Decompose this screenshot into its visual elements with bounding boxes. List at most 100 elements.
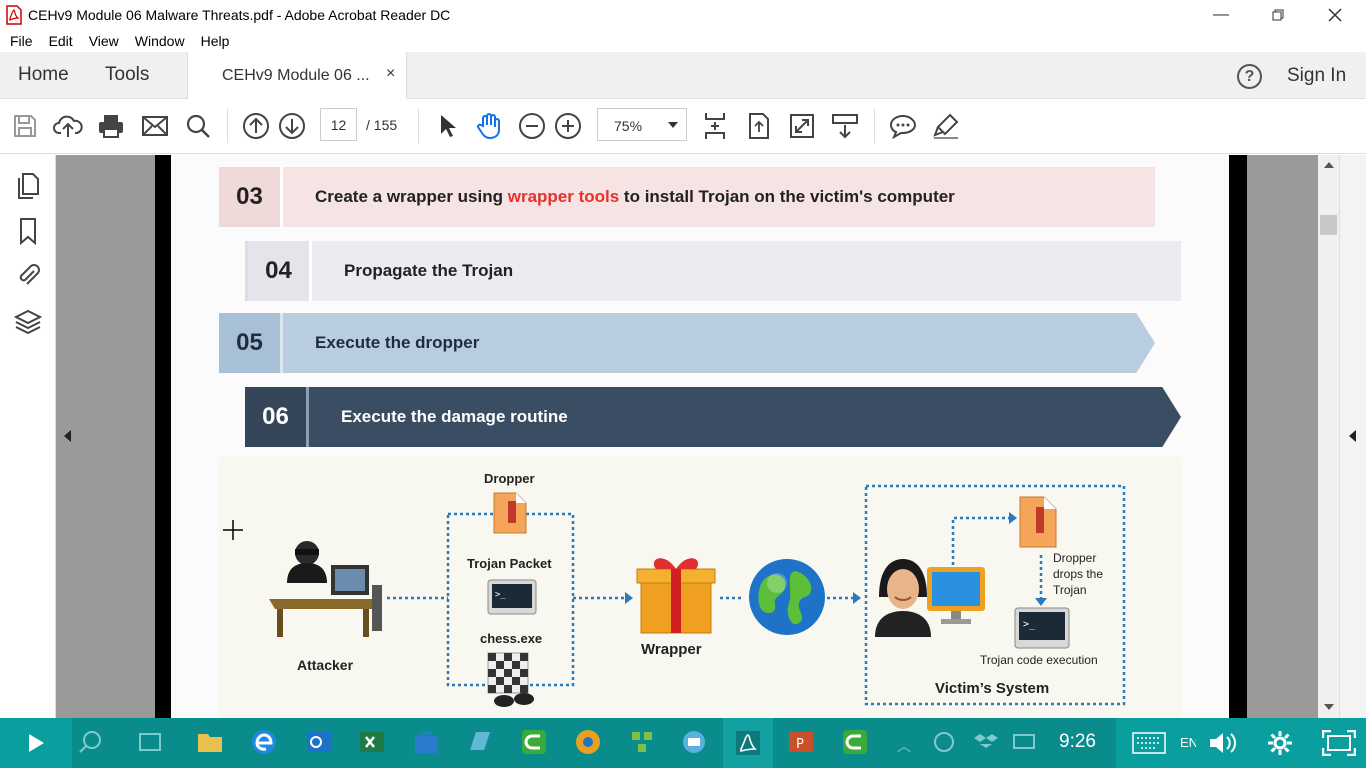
scroll-up-arrow[interactable] — [1324, 162, 1334, 168]
title-bar: CEHv9 Module 06 Malware Threats.pdf - Ad… — [0, 0, 1366, 30]
remote-icon[interactable] — [680, 728, 708, 756]
scroll-mode-icon[interactable] — [830, 111, 860, 141]
note-line: Trojan — [1053, 583, 1087, 597]
scroll-thumb[interactable] — [1320, 215, 1337, 235]
document-tab[interactable]: CEHv9 Module 06 ... × — [187, 52, 407, 99]
left-navigation-panel — [0, 155, 56, 718]
camtasia-recorder-icon[interactable] — [841, 728, 869, 756]
camtasia-icon[interactable] — [520, 728, 548, 756]
dropper-file-icon — [492, 491, 528, 535]
right-panel-toggle[interactable] — [1339, 155, 1366, 718]
store-icon[interactable] — [412, 728, 440, 756]
file-explorer-icon[interactable] — [196, 728, 224, 756]
menu-window[interactable]: Window — [127, 33, 193, 49]
network-app-icon[interactable] — [628, 728, 656, 756]
keyboard-button[interactable]: EN — [1116, 718, 1198, 768]
previous-page-icon[interactable] — [241, 111, 271, 141]
email-icon[interactable] — [140, 111, 170, 141]
powerpoint-icon[interactable]: P — [787, 728, 815, 756]
restore-button[interactable] — [1255, 0, 1301, 30]
restore-icon — [1272, 9, 1284, 21]
menu-edit[interactable]: Edit — [41, 33, 81, 49]
clock-time[interactable]: 9:26 — [1059, 731, 1096, 753]
search-icon[interactable] — [78, 728, 106, 756]
video-frame-left — [155, 155, 171, 718]
settings-gear-icon — [1268, 731, 1292, 755]
zoom-out-icon[interactable] — [517, 111, 547, 141]
crosshair-cursor — [222, 519, 244, 541]
acrobat-icon — [736, 731, 760, 755]
trojan-execution-label: Trojan code execution — [980, 653, 1098, 667]
zoom-in-icon[interactable] — [553, 111, 583, 141]
close-window-button[interactable] — [1312, 0, 1358, 30]
close-tab-button[interactable]: × — [386, 65, 395, 83]
acrobat-taskbar-button[interactable] — [723, 718, 773, 768]
outlook-icon[interactable] — [305, 728, 333, 756]
collapse-left-panel-arrow[interactable] — [64, 430, 71, 442]
pdf-page: 03 Create a wrapper using wrapper tools … — [171, 155, 1229, 718]
dropper-label: Dropper — [484, 471, 535, 486]
help-icon[interactable]: ? — [1237, 64, 1262, 89]
note-line: drops the — [1053, 567, 1104, 581]
page-thumbnails-icon[interactable] — [14, 172, 42, 200]
dropper-file-icon-victim — [1018, 495, 1058, 549]
next-page-icon[interactable] — [277, 111, 307, 141]
terminal-icon-victim: >_ — [1014, 607, 1070, 651]
rotate-icon[interactable] — [744, 111, 774, 141]
dropbox-icon[interactable] — [972, 728, 1000, 756]
play-button[interactable] — [0, 718, 72, 768]
bookmark-icon[interactable] — [14, 217, 42, 246]
volume-icon — [1210, 733, 1237, 753]
media-controls — [1196, 718, 1366, 768]
attachment-icon[interactable] — [14, 261, 42, 289]
svg-text:P: P — [796, 737, 804, 752]
menu-view[interactable]: View — [81, 33, 127, 49]
fit-page-icon[interactable] — [700, 111, 730, 141]
network-status-icon[interactable] — [930, 728, 958, 756]
expand-right-panel-arrow[interactable] — [1349, 430, 1356, 442]
excel-icon[interactable] — [358, 728, 386, 756]
victim-system-label: Victim’s System — [935, 680, 1050, 697]
tab-bar: Home Tools CEHv9 Module 06 ... × ? Sign … — [0, 52, 1366, 99]
fullscreen-icon — [1322, 730, 1356, 756]
toolbar: 12 / 155 75% — [0, 99, 1366, 154]
zoom-select[interactable]: 75% — [597, 108, 687, 141]
scroll-down-arrow[interactable] — [1324, 704, 1334, 710]
hand-tool-icon[interactable] — [474, 111, 504, 141]
tools-tab[interactable]: Tools — [105, 64, 149, 86]
sign-in-link[interactable]: Sign In — [1287, 65, 1346, 87]
chevron-down-icon — [668, 122, 678, 128]
print-icon[interactable] — [96, 111, 126, 141]
minimize-button[interactable]: — — [1198, 0, 1244, 30]
play-icon — [29, 734, 44, 752]
task-view-icon[interactable] — [136, 728, 164, 756]
terminal-icon: >_ — [487, 579, 537, 617]
video-frame-right — [1229, 155, 1247, 718]
search-icon[interactable] — [183, 111, 213, 141]
chevron-up-icon[interactable]: ︿ — [897, 736, 911, 756]
app-icon[interactable] — [466, 728, 494, 756]
upload-cloud-icon[interactable] — [53, 111, 83, 141]
vertical-scrollbar[interactable] — [1318, 155, 1339, 718]
full-screen-icon[interactable] — [787, 111, 817, 141]
pdf-app-icon — [5, 5, 23, 25]
edge-browser-icon[interactable] — [250, 728, 278, 756]
comment-icon[interactable] — [888, 111, 918, 141]
layers-icon[interactable] — [13, 308, 43, 336]
home-tab[interactable]: Home — [18, 64, 69, 86]
document-tab-label: CEHv9 Module 06 ... — [222, 67, 370, 84]
attacker-illustration — [269, 535, 385, 639]
menu-help[interactable]: Help — [193, 33, 238, 49]
select-cursor-icon[interactable] — [432, 111, 462, 141]
menu-file[interactable]: File — [0, 33, 41, 49]
save-icon[interactable] — [10, 111, 40, 141]
note-line: Dropper — [1053, 551, 1097, 565]
chrome-like-icon[interactable] — [574, 728, 602, 756]
chess-board-icon — [484, 651, 540, 711]
menu-bar: File Edit View Window Help — [0, 30, 1366, 52]
page-number-input[interactable]: 12 — [320, 108, 357, 141]
display-icon[interactable] — [1010, 728, 1038, 756]
highlight-pen-icon[interactable] — [931, 111, 961, 141]
close-icon — [1328, 8, 1342, 22]
trojan-packet-label: Trojan Packet — [467, 556, 552, 571]
